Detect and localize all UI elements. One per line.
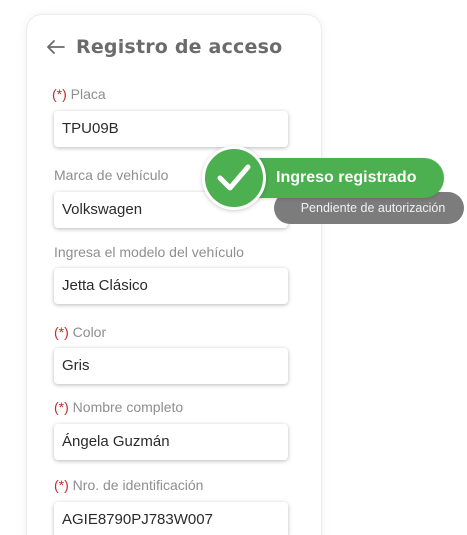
page-title: Registro de acceso	[76, 36, 283, 58]
required-marker: (*)	[52, 86, 67, 102]
full-name-label-text: Nombre completo	[72, 399, 184, 415]
full-name-input[interactable]: Ángela Guzmán	[54, 424, 288, 460]
plate-input[interactable]: TPU09B	[54, 111, 288, 147]
check-circle-icon	[202, 146, 266, 210]
required-marker: (*)	[54, 399, 69, 415]
color-label-text: Color	[72, 324, 107, 340]
color-label: (*) Color	[54, 324, 106, 340]
brand-label: Marca de vehículo	[54, 167, 168, 183]
required-marker: (*)	[54, 324, 69, 340]
model-input[interactable]: Jetta Clásico	[54, 268, 288, 304]
color-input[interactable]: Gris	[54, 348, 288, 384]
full-name-label: (*) Nombre completo	[54, 399, 183, 415]
brand-label-text: Marca de vehículo	[54, 167, 169, 183]
id-number-input[interactable]: AGIE8790PJ783W007	[54, 502, 288, 535]
back-arrow-icon[interactable]	[46, 37, 66, 57]
screen: Registro de acceso (*) Placa TPU09B Marc…	[0, 0, 467, 535]
required-marker: (*)	[54, 477, 69, 493]
id-number-label: (*) Nro. de identificación	[54, 477, 203, 493]
plate-label: (*) Placa	[52, 86, 106, 102]
model-label: Ingresa el modelo del vehículo	[54, 244, 244, 260]
id-number-label-text: Nro. de identificación	[72, 477, 204, 493]
header: Registro de acceso	[46, 34, 282, 60]
model-label-text: Ingresa el modelo del vehículo	[54, 244, 244, 260]
plate-label-text: Placa	[70, 86, 106, 102]
success-toast: Pendiente de autorización Ingreso regist…	[202, 146, 464, 226]
